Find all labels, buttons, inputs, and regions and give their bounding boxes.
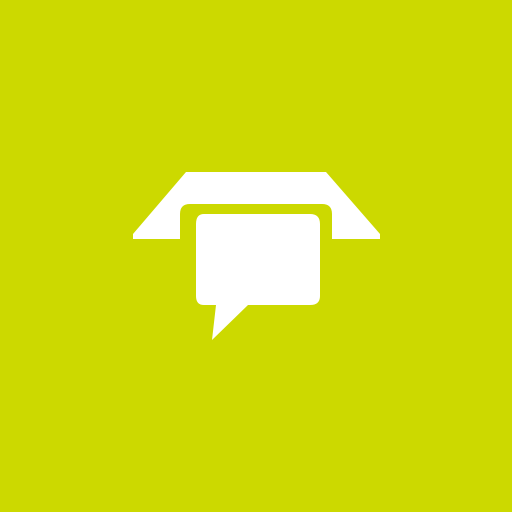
- app-icon-tile[interactable]: [0, 0, 512, 512]
- phone-chat-bubble-icon: [0, 0, 512, 512]
